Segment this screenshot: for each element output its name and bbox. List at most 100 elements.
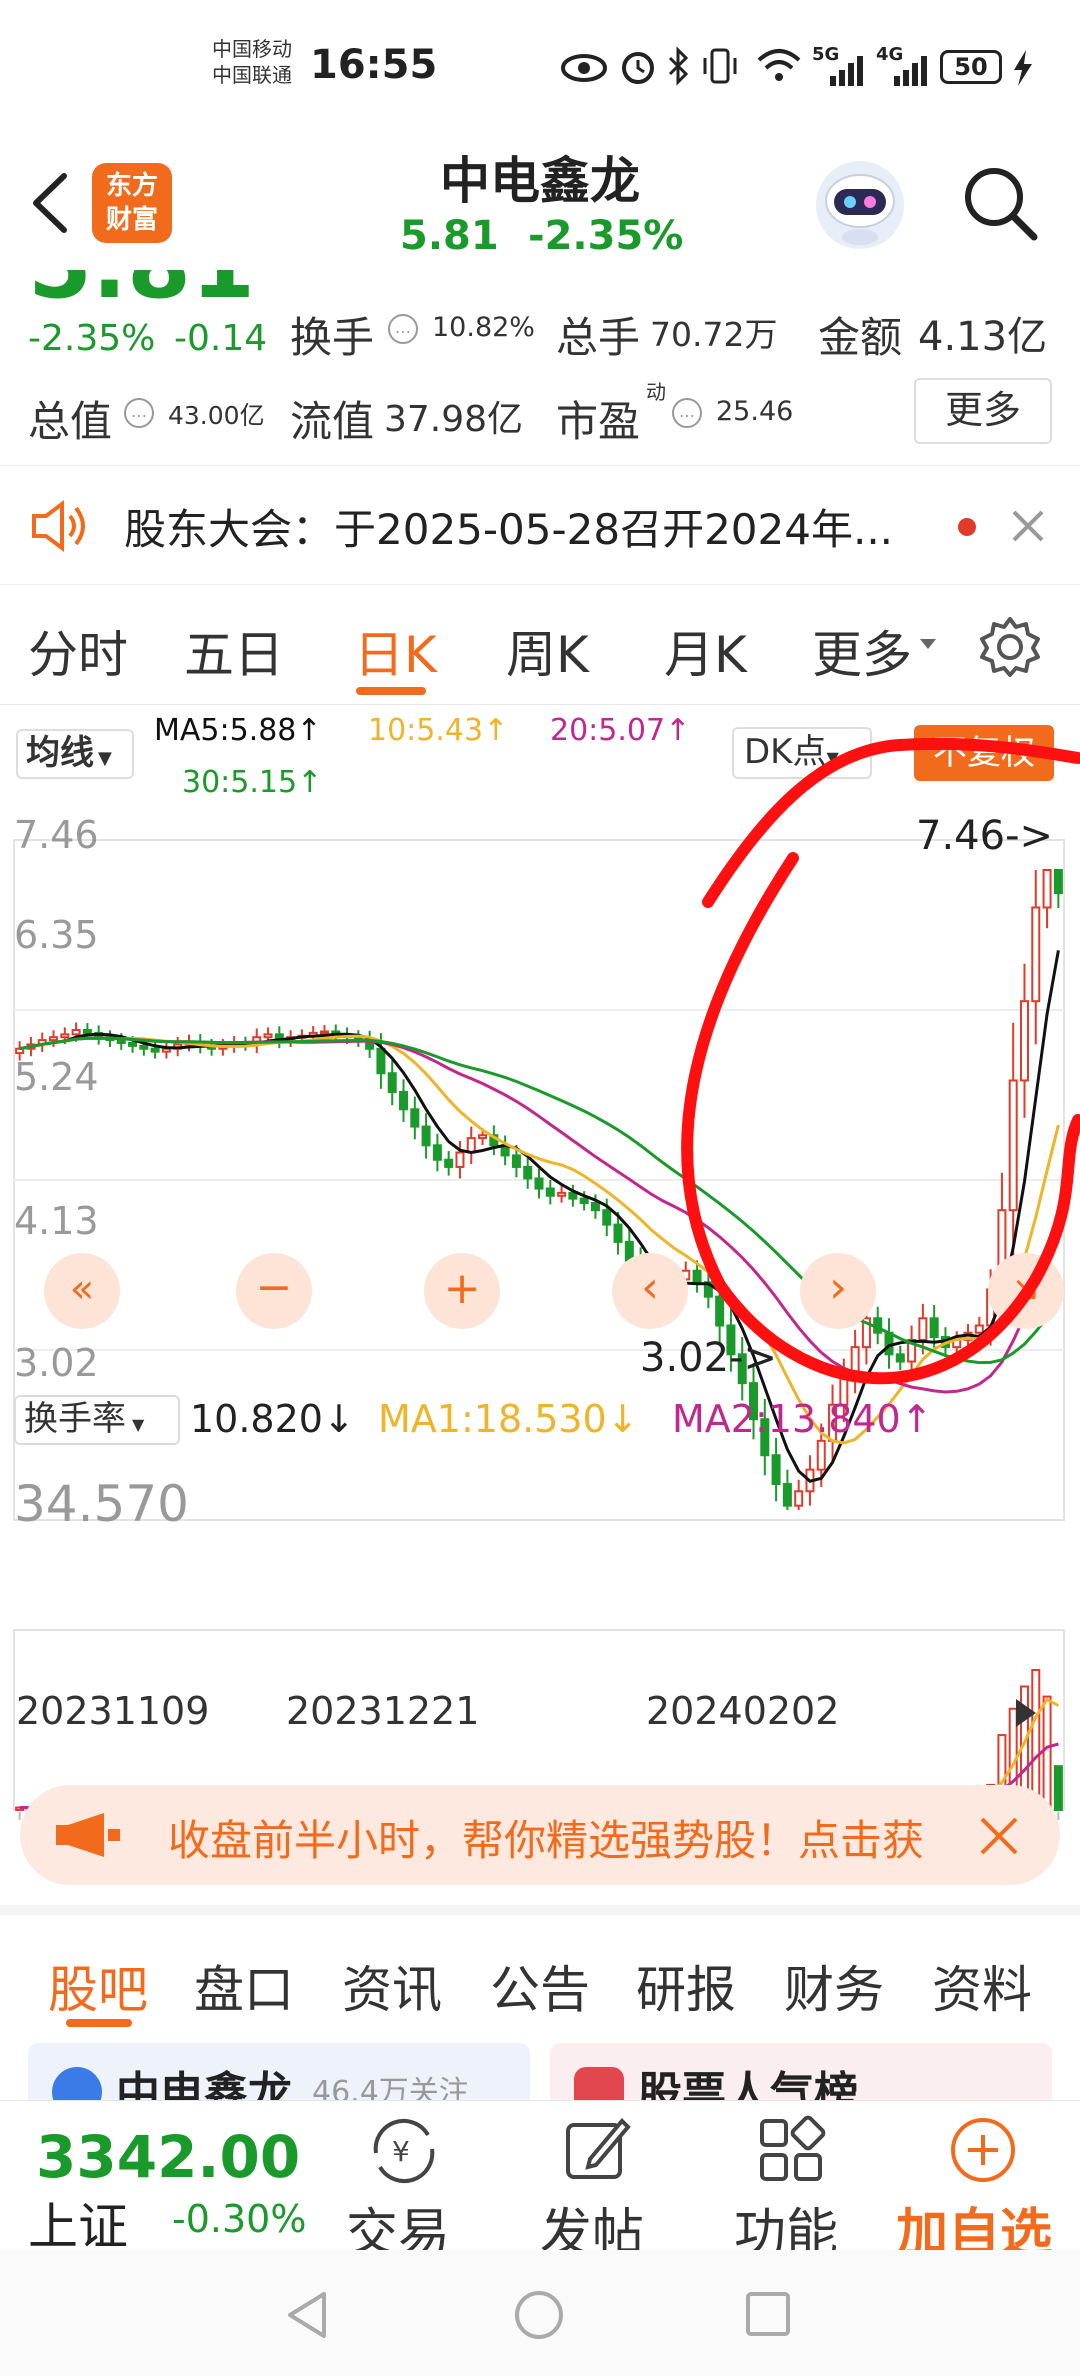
adjust-price-button[interactable]: 不复权 (914, 725, 1054, 781)
ma5-label: MA5:5.88↑ (154, 713, 322, 748)
candle (1019, 1000, 1029, 1082)
app-logo-line2: 财富 (105, 205, 158, 235)
edit-icon[interactable] (562, 2115, 632, 2185)
dk-point-label: DK点 (744, 732, 827, 772)
carrier-1: 中国移动 (212, 37, 292, 61)
trade-icon[interactable]: ¥ (366, 2117, 442, 2185)
index-value[interactable]: 3342.00 (36, 2123, 300, 2191)
next-icon[interactable]: › (800, 1253, 876, 1329)
candle (816, 1439, 826, 1471)
system-nav-bar (0, 2250, 1080, 2376)
dk-point-button[interactable]: DK点▼ (732, 727, 872, 779)
candle (71, 1029, 81, 1036)
candle (613, 1223, 623, 1243)
close-icon[interactable] (1010, 508, 1046, 544)
alarm-icon (622, 52, 654, 84)
caret-down-icon: ▼ (98, 748, 112, 769)
svg-text:¥: ¥ (392, 2135, 410, 2168)
big-price: 5.81 (28, 270, 255, 319)
tab-more[interactable]: 更多 (812, 615, 912, 687)
zoom-out-icon[interactable]: − (236, 1253, 312, 1329)
tab-news[interactable]: 资讯 (342, 1950, 442, 2022)
more-button[interactable]: 更多 (914, 378, 1052, 444)
info-icon[interactable]: … (388, 314, 418, 344)
close-icon[interactable] (978, 1815, 1020, 1857)
stock-bar-card[interactable]: 中电鑫龙 46.4万关注 (28, 2043, 530, 2100)
play-right-icon[interactable] (1010, 1695, 1040, 1731)
tab-daily-k[interactable]: 日K (354, 615, 437, 687)
indicator-selector[interactable]: 换手率 ▼ (14, 1395, 180, 1445)
tab-weekly-k[interactable]: 周K (506, 615, 589, 687)
bar-card-followers: 46.4万关注 (312, 2075, 469, 2100)
tab-finance[interactable]: 财务 (784, 1950, 884, 2022)
info-icon[interactable]: … (672, 398, 702, 428)
tab-guba[interactable]: 股吧 (48, 1950, 148, 2022)
tab-minute[interactable]: 分时 (28, 615, 128, 687)
tab-announcements[interactable]: 公告 (490, 1950, 590, 2022)
app-logo[interactable]: 东方 财富 (92, 163, 172, 243)
eye-icon (561, 54, 607, 82)
back-icon[interactable] (26, 170, 72, 236)
candle (82, 1029, 92, 1034)
tab-profile[interactable]: 资料 (932, 1950, 1032, 2022)
gear-icon[interactable] (978, 615, 1042, 679)
ma-selector[interactable]: 均线 ▼ (16, 729, 134, 779)
robot-assistant-icon[interactable] (812, 157, 908, 253)
status-bar: 中国移动 中国联通 16:55 5G 4G 50 (0, 0, 1080, 135)
popularity-card[interactable]: 股票人气榜 (550, 2043, 1052, 2100)
volume-bar (1031, 1669, 1041, 1811)
popularity-card-title: 股票人气榜 (638, 2068, 858, 2100)
date-tick-2: 20231221 (286, 1689, 480, 1733)
vibrate-icon (703, 48, 737, 84)
nav-home-icon[interactable] (512, 2288, 566, 2342)
tab-pankou[interactable]: 盘口 (194, 1950, 294, 2022)
header-price: 5.81 (400, 213, 499, 259)
candle (511, 1154, 521, 1168)
nav-back-icon[interactable] (284, 2290, 330, 2340)
prev-icon[interactable]: ‹ (612, 1253, 688, 1329)
signal-icon-2 (894, 56, 927, 86)
turnover-label: 换手 (290, 313, 375, 362)
tab-monthly-k[interactable]: 月K (664, 615, 747, 687)
index-change: -0.30% (172, 2197, 307, 2241)
tab-research[interactable]: 研报 (636, 1950, 736, 2022)
ma10-label: 10:5.43↑ (368, 713, 509, 748)
header-change: -2.35% (528, 213, 683, 259)
caret-down-icon: ▼ (132, 1415, 145, 1434)
nav-recents-icon[interactable] (744, 2290, 792, 2338)
search-icon[interactable] (960, 163, 1040, 243)
tab-five-day[interactable]: 五日 (184, 615, 284, 687)
unread-dot (958, 518, 976, 536)
index-name[interactable]: 上证 (28, 2187, 128, 2259)
indicator-name: 换手率 (24, 1399, 126, 1439)
volume-label: 总手 (556, 313, 641, 362)
bar-cards: 中电鑫龙 46.4万关注 股票人气榜 (0, 2025, 1080, 2100)
candle (161, 1047, 171, 1053)
signal-icon (830, 56, 863, 86)
price-tick-min: 3.02 (14, 1341, 99, 1385)
header-price-value: 5.81 (400, 213, 499, 259)
change-pct: -2.35% (28, 318, 156, 359)
tab-active-indicator (356, 687, 426, 695)
candle (444, 1158, 454, 1168)
notice-bar[interactable]: 股东大会：于2025-05-28召开2024年... (0, 465, 1080, 585)
add-circle-icon[interactable] (948, 2115, 1018, 2185)
candle (895, 1353, 905, 1363)
turnover-value: 10.82% (432, 312, 535, 343)
zoom-in-icon[interactable]: + (424, 1253, 500, 1329)
expand-icon[interactable]: ↘ (988, 1253, 1064, 1329)
candle (1053, 869, 1063, 895)
indicator-max-label: 34.570 (14, 1475, 189, 1533)
ad-banner[interactable]: 收盘前半小时，帮你精选强势股！点击获 (20, 1785, 1060, 1885)
candle (421, 1125, 431, 1147)
candle (478, 1134, 488, 1140)
grid-apps-icon[interactable] (756, 2115, 826, 2185)
bar-logo-icon (52, 2067, 102, 2100)
candle (534, 1177, 544, 1190)
candle (399, 1090, 409, 1111)
ad-text: 收盘前半小时，帮你精选强势股！点击获 (168, 1816, 925, 1865)
info-icon[interactable]: … (124, 398, 154, 428)
rewind-icon[interactable]: « (44, 1253, 120, 1329)
candle (376, 1047, 386, 1075)
mktcap-value: 43.00亿 (168, 401, 265, 430)
